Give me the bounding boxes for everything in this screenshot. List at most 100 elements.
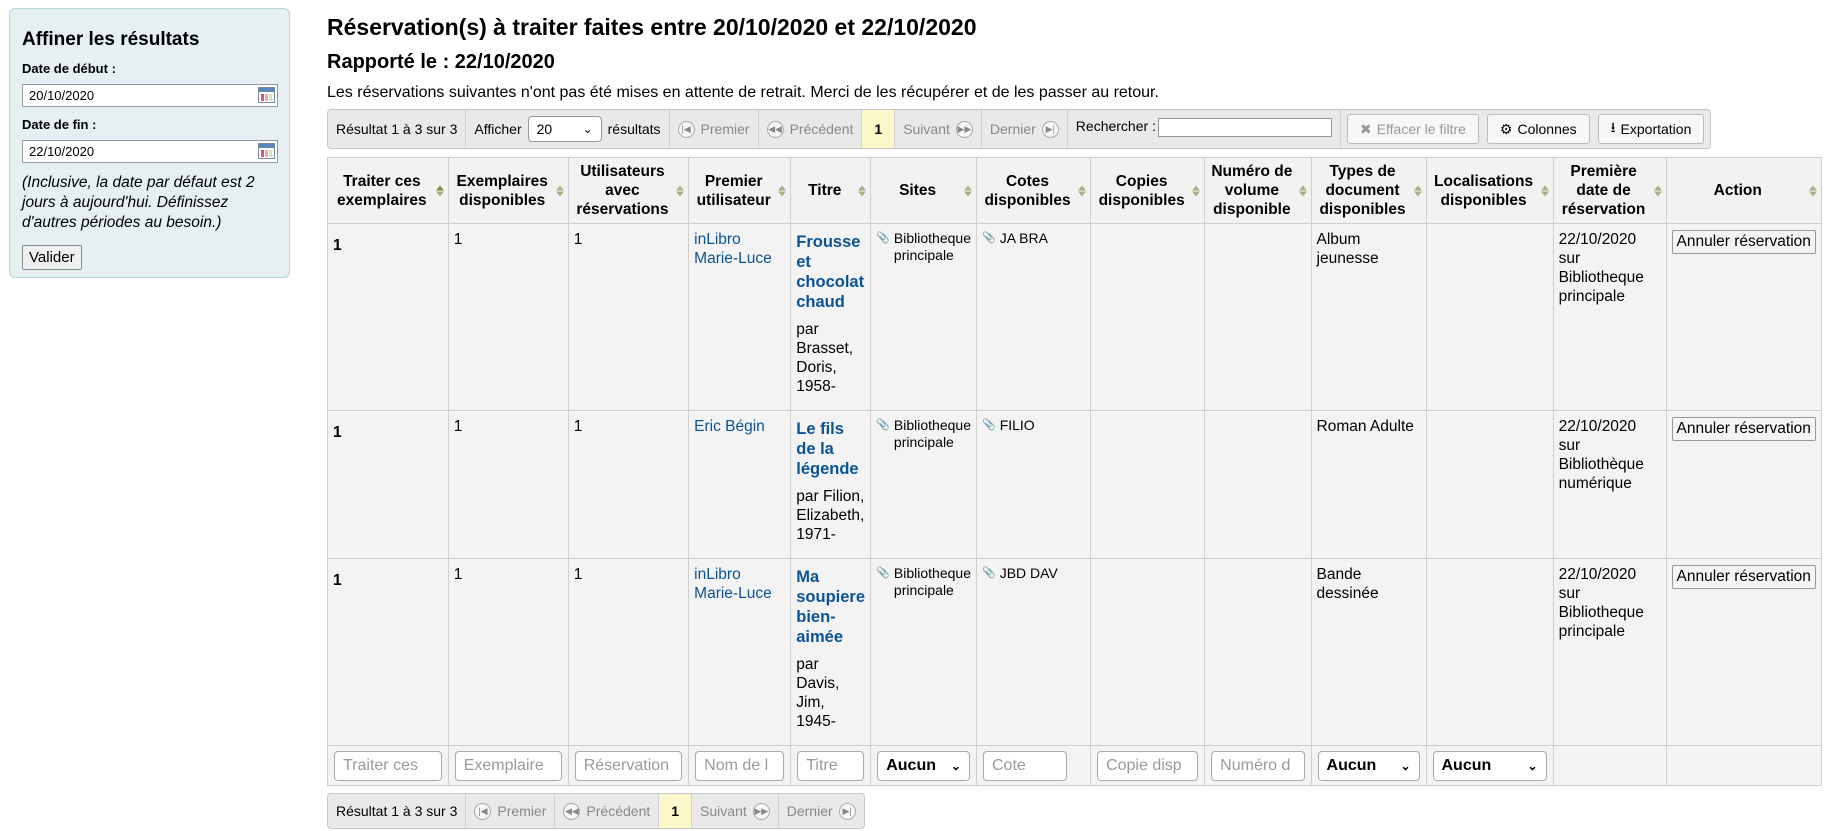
calendar-icon[interactable] bbox=[258, 143, 275, 159]
cell-premier-utilisateur: inLibro Marie-Luce bbox=[688, 223, 792, 411]
cancel-reservation-button[interactable]: Annuler réservation bbox=[1671, 230, 1816, 254]
patron-link[interactable]: inLibro Marie-Luce bbox=[694, 566, 772, 602]
submit-button[interactable]: Valider bbox=[22, 245, 82, 270]
col-traiter[interactable]: Traiter ces exemplaires bbox=[327, 157, 449, 224]
patron-link[interactable]: inLibro Marie-Luce bbox=[694, 231, 772, 267]
page-size-select[interactable]: 20 ⌄ bbox=[527, 116, 602, 142]
next-page-label: Suivant bbox=[903, 121, 950, 137]
filter-copie-input[interactable]: Copie disp bbox=[1097, 750, 1199, 781]
search-input[interactable] bbox=[1157, 118, 1332, 137]
cell-types: Bande dessinée bbox=[1310, 558, 1427, 746]
sort-icon bbox=[435, 185, 444, 196]
filter-exemplaires-input[interactable]: Exemplaire bbox=[454, 750, 562, 781]
cell-premiere-date: 22/10/2020 sur Bibliotheque principale bbox=[1552, 223, 1667, 411]
author-text: par Brasset, Doris, 1958- bbox=[796, 321, 854, 395]
cote-text: JA BRA bbox=[999, 230, 1048, 246]
start-date-input[interactable] bbox=[22, 84, 278, 107]
sort-icon bbox=[676, 185, 685, 196]
last-page-button[interactable]: Dernier ▶| bbox=[982, 110, 1068, 148]
calendar-icon[interactable] bbox=[258, 87, 275, 103]
columns-label: Colonnes bbox=[1517, 121, 1577, 137]
next-page-button[interactable]: Suivant ▶▶ bbox=[895, 110, 982, 148]
next-page-button[interactable]: Suivant ▶▶ bbox=[692, 794, 779, 828]
header-label: Sites bbox=[899, 182, 937, 199]
current-page[interactable]: 1 bbox=[659, 794, 693, 828]
col-exemplaires[interactable]: Exemplaires disponibles bbox=[447, 157, 569, 224]
col-titre[interactable]: Titre bbox=[790, 157, 872, 224]
first-page-icon: |◀ bbox=[474, 802, 492, 820]
filter-localisations-select[interactable]: Aucun ⌄ bbox=[1432, 750, 1547, 781]
export-label: Exportation bbox=[1620, 121, 1692, 137]
end-date-input[interactable] bbox=[22, 140, 278, 163]
filter-cell: Copie disp bbox=[1090, 745, 1206, 786]
cell-utilisateurs: 1 bbox=[567, 223, 690, 411]
col-copies[interactable]: Copies disponibles bbox=[1090, 157, 1206, 224]
col-localisations[interactable]: Localisations disponibles bbox=[1425, 157, 1554, 224]
filter-cell: Aucun ⌄ bbox=[1425, 745, 1554, 786]
col-utilisateurs[interactable]: Utilisateurs avec réservations bbox=[567, 157, 690, 224]
date-hint: (Inclusive, la date par défaut est 2 jou… bbox=[22, 174, 255, 231]
header-label: Exemplaires disponibles bbox=[456, 172, 548, 209]
filter-reservations-input[interactable]: Réservation bbox=[574, 750, 683, 781]
end-date-wrap bbox=[22, 140, 278, 163]
filter-cell: Réservation bbox=[567, 745, 690, 786]
col-premier-utilisateur[interactable]: Premier utilisateur bbox=[688, 157, 792, 224]
start-date-wrap bbox=[22, 84, 278, 107]
patron-link[interactable]: Eric Bégin bbox=[694, 418, 765, 435]
cell-cotes: 📎 FILIO bbox=[975, 410, 1092, 559]
cell-types: Roman Adulte bbox=[1310, 410, 1427, 559]
col-types[interactable]: Types de document disponibles bbox=[1310, 157, 1427, 224]
filter-titre-input[interactable]: Titre bbox=[797, 750, 865, 781]
title-link[interactable]: Le fils de la légende bbox=[796, 417, 865, 479]
title-link[interactable]: Frousse et chocolat chaud bbox=[796, 230, 865, 312]
cell-volume bbox=[1204, 223, 1312, 411]
clear-filter-button[interactable]: ✖ Effacer le filtre bbox=[1346, 114, 1479, 144]
site-text: Bibliotheque principale bbox=[893, 417, 971, 450]
reservations-table: Traiter ces exemplaires Exemplaires disp… bbox=[327, 157, 1823, 786]
filter-numero-input[interactable]: Numéro d bbox=[1211, 750, 1305, 781]
page-title: Réservation(s) à traiter faites entre 20… bbox=[327, 14, 977, 40]
filter-nom-input[interactable]: Nom de l bbox=[695, 750, 785, 781]
paperclip-icon: 📎 bbox=[981, 567, 996, 579]
search-group: Rechercher : bbox=[1068, 110, 1341, 148]
last-page-label: Dernier bbox=[786, 803, 833, 819]
results-label: résultats bbox=[607, 121, 661, 137]
sort-icon bbox=[778, 185, 787, 196]
col-cotes[interactable]: Cotes disponibles bbox=[975, 157, 1092, 224]
col-action[interactable]: Action bbox=[1665, 157, 1823, 224]
page-size-group: Afficher 20 ⌄ résultats bbox=[466, 110, 670, 148]
columns-button[interactable]: ⚙ Colonnes bbox=[1486, 114, 1590, 144]
filter-sites-select[interactable]: Aucun ⌄ bbox=[877, 750, 970, 781]
cell-sites: 📎 Bibliotheque principale bbox=[870, 410, 977, 559]
cell-localisations bbox=[1425, 223, 1554, 411]
col-volume[interactable]: Numéro de volume disponible bbox=[1204, 157, 1312, 224]
col-sites[interactable]: Sites bbox=[870, 157, 977, 224]
table-row: 1 1 1 inLibro Marie-Luce Ma soupiere bie… bbox=[327, 558, 1823, 746]
cell-traiter: 1 bbox=[327, 410, 449, 559]
filter-localisations-value: Aucun bbox=[1441, 756, 1492, 774]
title-link[interactable]: Ma soupiere bien-aimée bbox=[796, 565, 865, 647]
cell-utilisateurs: 1 bbox=[567, 558, 690, 746]
filter-traiter-input[interactable]: Traiter ces bbox=[334, 750, 442, 781]
last-page-button[interactable]: Dernier ▶| bbox=[779, 794, 864, 828]
cell-titre: Le fils de la légende par Filion, Elizab… bbox=[790, 410, 872, 559]
filter-cote-input[interactable]: Cote bbox=[982, 750, 1067, 781]
last-page-icon: ▶| bbox=[1041, 120, 1059, 138]
first-page-button[interactable]: |◀ Premier bbox=[466, 794, 556, 828]
current-page[interactable]: 1 bbox=[862, 110, 896, 148]
cancel-reservation-button[interactable]: Annuler réservation bbox=[1671, 417, 1816, 441]
first-page-button[interactable]: |◀ Premier bbox=[670, 110, 759, 148]
filter-types-select[interactable]: Aucun ⌄ bbox=[1317, 750, 1420, 781]
col-premiere-date[interactable]: Première date de réservation bbox=[1552, 157, 1667, 224]
table-header-row: Traiter ces exemplaires Exemplaires disp… bbox=[327, 157, 1823, 224]
export-button[interactable]: ⭳ Exportation bbox=[1597, 114, 1705, 144]
previous-page-button[interactable]: ◀◀ Précédent bbox=[759, 110, 863, 148]
cancel-reservation-button[interactable]: Annuler réservation bbox=[1671, 565, 1816, 589]
cell-exemplaires: 1 bbox=[447, 410, 569, 559]
filter-panel: Affiner les résultats Date de début : Da… bbox=[9, 8, 290, 278]
filter-cell bbox=[1552, 745, 1667, 786]
cell-sites: 📎 Bibliotheque principale bbox=[870, 558, 977, 746]
sort-icon bbox=[555, 185, 564, 196]
previous-page-button[interactable]: ◀◀ Précédent bbox=[555, 794, 660, 828]
table-row: 1 1 1 inLibro Marie-Luce Frousse et choc… bbox=[327, 223, 1823, 411]
